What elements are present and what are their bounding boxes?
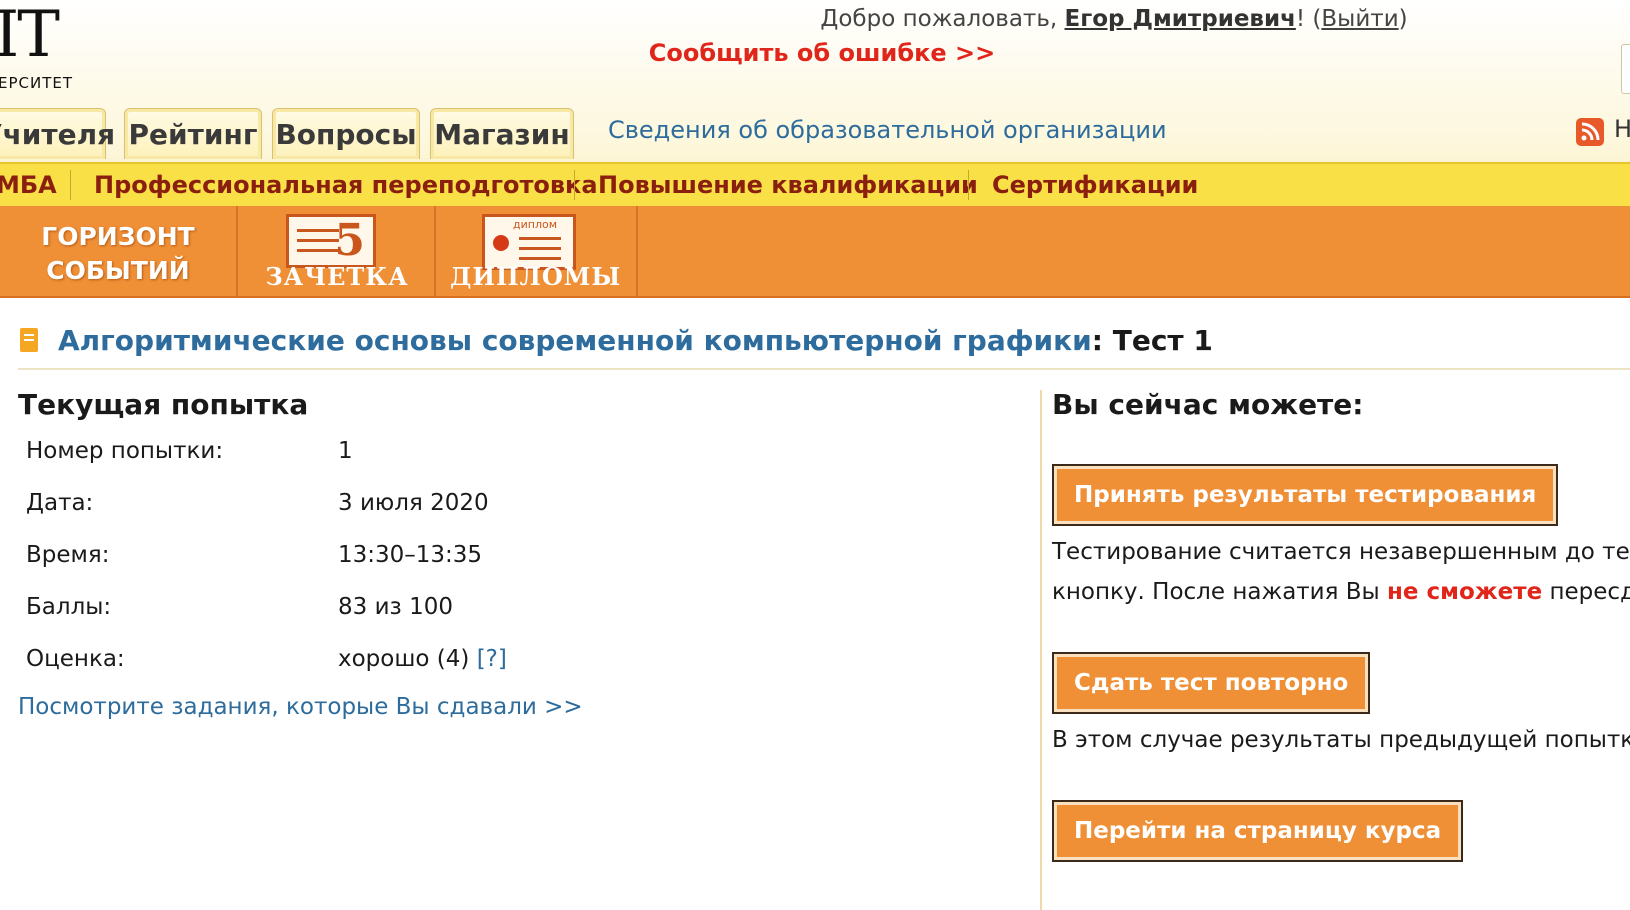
accept-warning: не сможете: [1387, 579, 1543, 605]
nav-divider: [70, 170, 71, 200]
accept-desc-part1: кнопку. После нажатия Вы: [1052, 579, 1388, 605]
go-to-course-button[interactable]: Перейти на страницу курса: [1052, 800, 1464, 862]
time-value: 13:30–13:35: [338, 542, 483, 568]
current-attempt-heading: Текущая попытка: [18, 388, 309, 421]
rss-label[interactable]: Н: [1614, 115, 1630, 143]
secondary-nav: МБА Профессиональная переподготовка Повы…: [0, 162, 1630, 208]
test-name: Тест 1: [1112, 324, 1213, 357]
course-title-link[interactable]: Алгоритмические основы современной компь…: [58, 324, 1092, 357]
grade-value: хорошо (4): [338, 646, 470, 672]
logout-link[interactable]: Выйти: [1321, 6, 1398, 32]
nav-mba[interactable]: МБА: [0, 164, 57, 206]
view-tasks-link[interactable]: Посмотрите задания, которые Вы сдавали >…: [18, 692, 583, 722]
record-book-mark: 5: [334, 215, 365, 266]
attempt-number-label: Номер попытки:: [26, 438, 224, 464]
grade-label: Оценка:: [26, 646, 125, 672]
nav-certifications[interactable]: Сертификации: [992, 164, 1198, 206]
accept-description-line2: кнопку. После нажатия Вы не сможете пере…: [1052, 572, 1630, 612]
horizon-line1: ГОРИЗОНТ: [41, 222, 195, 251]
accept-description-line1: Тестирование считается незавершенным до …: [1052, 539, 1630, 565]
title-divider: [18, 368, 1630, 370]
page-title: Алгоритмические основы современной компь…: [58, 322, 1213, 360]
tab-questions[interactable]: Вопросы: [272, 108, 420, 159]
retake-test-button[interactable]: Сдать тест повторно: [1052, 652, 1371, 714]
record-book-icon: 5: [286, 214, 376, 268]
report-error-link[interactable]: Сообщить об ошибке >>: [0, 38, 1630, 68]
score-label: Баллы:: [26, 594, 112, 620]
title-separator: :: [1091, 324, 1113, 357]
retake-description: В этом случае результаты предыдущей попы…: [1052, 727, 1630, 753]
welcome-mid: ! (: [1295, 6, 1322, 32]
site-logo-caption: ЕРСИТЕТ: [0, 74, 74, 92]
accept-desc-part2: пересдав: [1549, 579, 1630, 605]
diploma-icon-title: диплом: [513, 218, 558, 231]
nav-retraining[interactable]: Профессиональная переподготовка: [94, 164, 598, 206]
column-divider: [1040, 390, 1042, 910]
nav-qualification[interactable]: Повышение квалификации: [598, 164, 978, 206]
user-name-link[interactable]: Егор Дмитриевич: [1065, 6, 1296, 32]
horizon-line2: СОБЫТИЙ: [46, 256, 190, 285]
tab-rating[interactable]: Рейтинг: [124, 108, 262, 159]
time-label: Время:: [26, 542, 110, 568]
tab-teachers[interactable]: Учителя: [0, 108, 115, 159]
diplomas-link[interactable]: диплом ДИПЛОМЫ: [436, 206, 638, 296]
attempt-number-value: 1: [338, 438, 353, 464]
date-label: Дата:: [26, 490, 94, 516]
feature-bar: ГОРИЗОНТ СОБЫТИЙ 5 ЗАЧЕТКА диплом ДИПЛОМ…: [0, 206, 1630, 298]
actions-heading: Вы сейчас можете:: [1052, 388, 1364, 421]
welcome-prefix: Добро пожаловать,: [820, 6, 1065, 32]
course-book-icon: [20, 328, 38, 352]
welcome-text: Добро пожаловать, Егор Дмитриевич! (Выйт…: [0, 4, 1630, 34]
date-value: 3 июля 2020: [338, 490, 489, 516]
accept-results-button[interactable]: Принять результаты тестирования: [1052, 464, 1559, 526]
tab-shop[interactable]: Магазин: [430, 108, 574, 159]
zachetka-label: ЗАЧЕТКА: [265, 262, 409, 291]
zachetka-link[interactable]: 5 ЗАЧЕТКА: [238, 206, 436, 296]
grade-help-link[interactable]: [?]: [477, 646, 507, 672]
diplomas-label: ДИПЛОМЫ: [450, 262, 622, 291]
org-info-link[interactable]: Сведения об образовательной организации: [608, 113, 1167, 147]
grade-row: хорошо (4) [?]: [338, 644, 507, 674]
horizon-events-banner[interactable]: ГОРИЗОНТ СОБЫТИЙ: [0, 206, 238, 296]
nav-divider: [574, 170, 575, 200]
score-value: 83 из 100: [338, 594, 453, 620]
header-right-widget[interactable]: [1621, 44, 1630, 94]
welcome-end: ): [1398, 6, 1408, 32]
horizon-events-label: ГОРИЗОНТ СОБЫТИЙ: [28, 220, 208, 288]
rss-icon[interactable]: [1576, 118, 1604, 146]
nav-divider: [968, 170, 969, 200]
